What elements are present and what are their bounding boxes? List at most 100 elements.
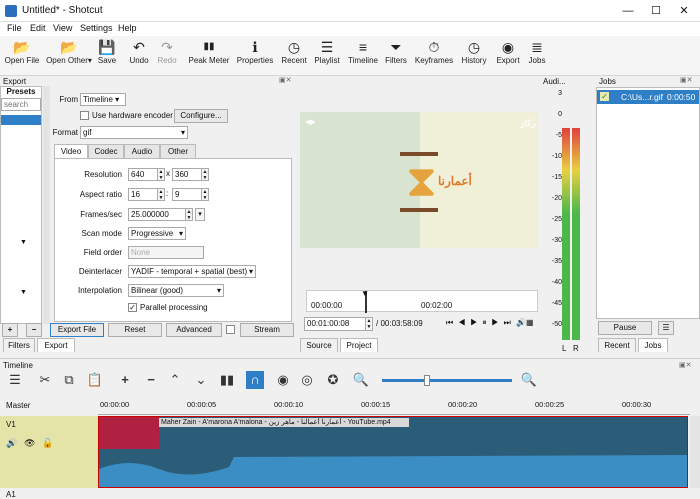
save-button[interactable]: 💾 Save	[95, 38, 119, 65]
close-button[interactable]: ✕	[670, 0, 698, 22]
tab-codec[interactable]: Codec	[88, 144, 124, 158]
reset-button[interactable]: Reset	[108, 323, 162, 337]
deinterlacer-select[interactable]: YADIF - temporal + spatial (best) ▾	[128, 265, 256, 278]
zoom-slider[interactable]	[382, 379, 512, 382]
hw-encoder-checkbox[interactable]	[80, 111, 89, 120]
spin-icon[interactable]: ▲ ▼	[201, 168, 209, 181]
ripple-all-icon[interactable]: ✪	[324, 371, 342, 389]
spin-icon[interactable]: ▲ ▼	[157, 168, 165, 181]
zoom-in-icon[interactable]: 🔍	[520, 371, 538, 389]
tab-other[interactable]: Other	[160, 144, 196, 158]
menu-settings[interactable]: Settings	[80, 23, 113, 33]
menu-file[interactable]: File	[7, 23, 22, 33]
spin-icon[interactable]: ▲ ▼	[185, 208, 193, 221]
chevron-down-icon[interactable]: ▼	[20, 239, 27, 246]
video-clip[interactable]: Maher Zain - A'marona A'malona - أعمارنا…	[98, 416, 688, 488]
open-file-button[interactable]: 📂 Open File	[4, 38, 40, 65]
keyframes-button[interactable]: ⏱ Keyframes	[414, 38, 454, 65]
spin-icon[interactable]: ▲ ▼	[365, 317, 373, 331]
configure-button[interactable]: Configure...	[174, 109, 228, 123]
parallel-processing-checkbox[interactable]: ✓	[128, 303, 137, 312]
grid-icon[interactable]: ▦	[526, 318, 534, 327]
format-select[interactable]: gif ▾	[80, 126, 188, 139]
tab-filters[interactable]: Filters	[3, 338, 35, 352]
lift-icon[interactable]: ⌃	[166, 371, 184, 389]
fps-input[interactable]: 25.000000	[128, 208, 186, 221]
jobs-list[interactable]: ✓ C:\Us...r.gif 0:00:50	[596, 87, 700, 319]
from-select[interactable]: Timeline ▾	[80, 93, 126, 106]
playhead-marker-icon[interactable]: ▼	[361, 289, 369, 298]
advanced-button[interactable]: Advanced	[166, 323, 222, 337]
open-other-button[interactable]: 📂 Open Other▾	[46, 38, 92, 65]
tab-source[interactable]: Source	[300, 338, 338, 352]
filters-button[interactable]: ⏷ Filters	[383, 38, 409, 65]
playlist-button[interactable]: ☰ Playlist	[313, 38, 341, 65]
volume-icon[interactable]: 🔊	[516, 318, 526, 327]
resolution-width-input[interactable]: 640	[128, 168, 158, 181]
menu-edit[interactable]: Edit	[30, 23, 46, 33]
menu-help[interactable]: Help	[118, 23, 137, 33]
stream-button[interactable]: Stream	[240, 323, 294, 337]
preset-search-input[interactable]	[1, 98, 41, 111]
history-button[interactable]: ◷ History	[459, 38, 489, 65]
timeline-button[interactable]: ≡ Timeline	[347, 38, 379, 65]
menu-view[interactable]: View	[53, 23, 72, 33]
cut-icon[interactable]: ✂	[36, 371, 54, 389]
transport-controls[interactable]: ⏮◀▶⏸▶⏭	[446, 318, 516, 328]
recent-button[interactable]: ◷ Recent	[280, 38, 308, 65]
tab-project[interactable]: Project	[340, 338, 378, 352]
export-file-button[interactable]: Export File	[50, 323, 104, 337]
panel-close-icon[interactable]: ▣✕	[679, 361, 691, 369]
paste-icon[interactable]: 📋	[86, 371, 104, 389]
remove-preset-button[interactable]: −	[26, 323, 42, 337]
properties-button[interactable]: ℹ Properties	[235, 38, 275, 65]
job-row[interactable]: ✓ C:\Us...r.gif 0:00:50	[597, 90, 699, 104]
field-order-select[interactable]: None	[128, 246, 204, 259]
lock-icon[interactable]: 🔓	[42, 438, 53, 449]
video-preview[interactable]: ركاز ◀▶ ⧗ أعمارنا	[300, 112, 538, 248]
chevron-down-icon[interactable]: ▾	[195, 208, 205, 221]
maximize-button[interactable]: ☐	[642, 0, 670, 22]
redo-button[interactable]: ↷ Redo	[155, 38, 179, 65]
copy-icon[interactable]: ⧉	[60, 371, 78, 389]
tab-export[interactable]: Export	[37, 338, 75, 352]
scrub-icon[interactable]: ◉	[274, 371, 292, 389]
presets-list[interactable]: Presets ▼ ▼	[0, 86, 42, 324]
mute-icon[interactable]: 🔊	[6, 438, 17, 449]
track-header-v1[interactable]: V1 🔊 👁 🔓	[0, 416, 98, 488]
ripple-icon[interactable]: ◎	[298, 371, 316, 389]
presets-scrollbar[interactable]	[43, 86, 50, 324]
player-ruler[interactable]: 00:00:00 00:02:00 ▼	[306, 289, 538, 313]
chevron-down-icon[interactable]: ▼	[20, 289, 27, 296]
resolution-height-input[interactable]: 360	[172, 168, 202, 181]
tab-jobs[interactable]: Jobs	[638, 338, 668, 352]
panel-close-icon[interactable]: ▣✕	[279, 76, 291, 84]
pause-jobs-button[interactable]: Pause	[598, 321, 652, 335]
remove-icon[interactable]: −	[142, 371, 160, 389]
jobs-button[interactable]: ≣ Jobs	[526, 38, 548, 65]
minimize-button[interactable]: —	[614, 0, 642, 22]
advanced-checkbox[interactable]	[226, 325, 235, 334]
zoom-out-icon[interactable]: 🔍	[352, 371, 370, 389]
jobs-menu-button[interactable]: ☰	[658, 321, 674, 335]
aspect-width-input[interactable]: 16	[128, 188, 158, 201]
preset-selected-row[interactable]	[1, 115, 41, 125]
tab-audio[interactable]: Audio	[124, 144, 160, 158]
append-icon[interactable]: +	[116, 371, 134, 389]
snap-icon[interactable]: ∩	[246, 371, 264, 389]
overwrite-icon[interactable]: ⌄	[192, 371, 210, 389]
spin-icon[interactable]: ▲ ▼	[157, 188, 165, 201]
timeline-scrollbar[interactable]	[690, 416, 700, 488]
peak-meter-button[interactable]: ▮▮ Peak Meter	[188, 38, 230, 65]
panel-close-icon[interactable]: ▣✕	[680, 76, 692, 84]
zoom-slider-handle[interactable]	[424, 375, 430, 386]
spin-icon[interactable]: ▲ ▼	[201, 188, 209, 201]
export-button[interactable]: ◉ Export	[494, 38, 522, 65]
split-icon[interactable]: ▮▮	[218, 371, 236, 389]
aspect-height-input[interactable]: 9	[172, 188, 202, 201]
eye-icon[interactable]: 👁	[24, 438, 35, 449]
add-preset-button[interactable]: +	[2, 323, 18, 337]
timeline-ruler[interactable]: 00:00:00 00:00:05 00:00:10 00:00:15 00:00:20…	[98, 397, 690, 415]
interpolation-select[interactable]: Bilinear (good) ▾	[128, 284, 224, 297]
undo-button[interactable]: ↶ Undo	[127, 38, 151, 65]
